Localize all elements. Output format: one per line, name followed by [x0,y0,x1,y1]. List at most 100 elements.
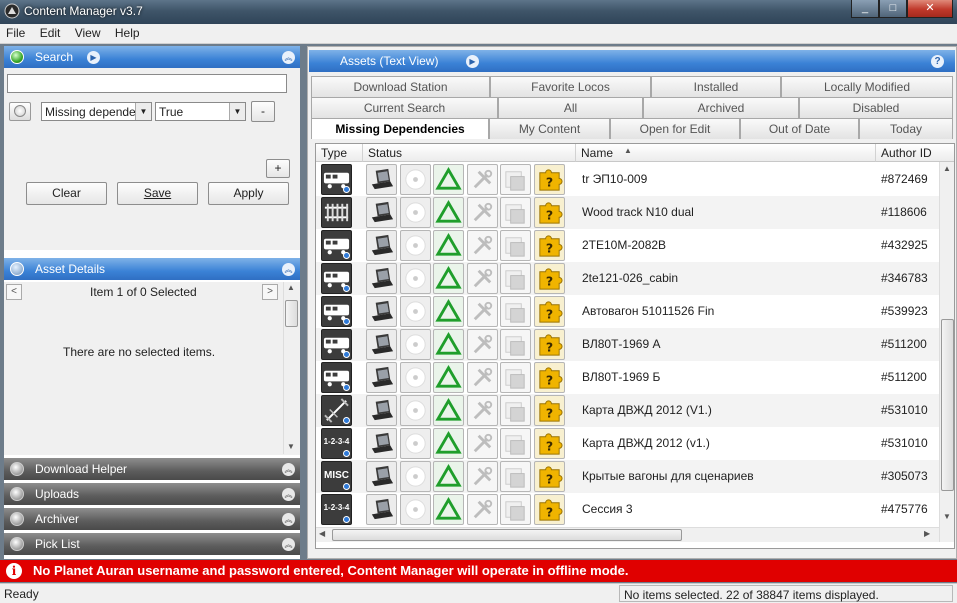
scroll-down-icon[interactable]: ▼ [943,512,951,521]
tab-my-content[interactable]: My Content [489,118,610,139]
column-header-status[interactable]: Status [363,144,576,162]
tab-favorite-locos[interactable]: Favorite Locos [490,76,651,97]
prev-item-button[interactable]: < [6,284,22,300]
add-filter-button[interactable]: + [266,159,290,178]
table-row[interactable]: ? Карта ДВЖД 2012 (V1.) #531010 [316,394,939,427]
table-row[interactable]: ? 2ТЕ10М-2082В #432925 [316,229,939,262]
minimize-button[interactable]: _ [851,0,879,18]
scroll-up-icon[interactable]: ▲ [943,164,951,173]
column-header-type[interactable]: Type [316,144,363,162]
column-header-name[interactable]: Name ▲ [576,144,876,162]
table-row[interactable]: 1-2-3-4? Сессия 3 #475776 [316,493,939,526]
asset-name: tr ЭП10-009 [582,172,648,186]
installed-dot-icon [343,186,350,193]
author-id: #539923 [881,304,928,318]
tab-disabled[interactable]: Disabled [799,97,953,118]
svg-text:?: ? [546,504,553,519]
table-row[interactable]: ? tr ЭП10-009 #872469 [316,163,939,196]
expand-icon[interactable]: ︽ [282,488,295,501]
assets-panel-menu-icon[interactable]: ▶ [466,55,479,68]
tab-archived[interactable]: Archived [643,97,799,118]
table-row[interactable]: ? ВЛ80Т-1969 Б #511200 [316,361,939,394]
filter-field-select[interactable]: Missing dependenc ▼ [41,102,152,121]
scroll-up-icon[interactable]: ▲ [287,283,295,292]
clear-button[interactable]: Clear [26,182,107,205]
svg-text:?: ? [546,471,553,486]
tab-locally-modified[interactable]: Locally Modified [781,76,953,97]
next-item-button[interactable]: > [262,284,278,300]
tab-today[interactable]: Today [859,118,953,139]
tab-open-for-edit[interactable]: Open for Edit [610,118,740,139]
table-row[interactable]: 1-2-3-4? Карта ДВЖД 2012 (v1.) #531010 [316,427,939,460]
tab-out-of-date[interactable]: Out of Date [740,118,859,139]
offline-warning-text: No Planet Auran username and password en… [33,563,629,578]
save-search-button[interactable]: Save [117,182,198,205]
triangle-icon [433,197,464,228]
tab-current-search[interactable]: Current Search [311,97,498,118]
menu-view[interactable]: View [69,24,106,40]
download-helper-header[interactable]: Download Helper ︽ [4,458,300,480]
asset-name: Автовагон 51011526 Fin [582,304,715,318]
filter-toggle-button[interactable] [9,102,31,121]
column-header-author[interactable]: Author ID [876,144,954,162]
box-icon [500,395,531,426]
expand-icon[interactable]: ︽ [282,538,295,551]
search-panel-menu-icon[interactable]: ▶ [87,51,100,64]
table-scroll-thumb[interactable] [941,319,954,491]
table-row[interactable]: ? ВЛ80Т-1969 А #511200 [316,328,939,361]
scroll-left-icon[interactable]: ◀ [319,529,325,538]
tools-icon [467,296,498,327]
pick-list-header[interactable]: Pick List ︽ [4,533,300,555]
download-helper-title: Download Helper [35,462,128,476]
box-icon [500,329,531,360]
menu-file[interactable]: File [0,24,30,40]
asset-name: Карта ДВЖД 2012 (v1.) [582,436,710,450]
details-scrollbar[interactable]: ▲ ▼ [283,282,299,454]
tab-missing-dependencies[interactable]: Missing Dependencies [311,118,489,139]
filter-value-select[interactable]: True ▼ [155,102,246,121]
search-panel-header[interactable]: Search ▶ ︽ [4,46,300,68]
author-id: #475776 [881,502,928,516]
asset-details-header[interactable]: Asset Details ︽ [4,258,300,280]
table-scrollbar[interactable]: ▲ ▼ [939,162,954,542]
scroll-right-icon[interactable]: ▶ [924,529,930,538]
tab-all[interactable]: All [498,97,643,118]
chevron-down-icon: ▼ [135,103,151,120]
triangle-icon [433,395,464,426]
tab-download-station[interactable]: Download Station [311,76,490,97]
tab-installed[interactable]: Installed [651,76,781,97]
menu-bar: File Edit View Help [0,24,957,44]
archiver-header[interactable]: Archiver ︽ [4,508,300,530]
table-row[interactable]: ? Wood track N10 dual #118606 [316,196,939,229]
loco-icon [321,263,352,294]
collapse-icon[interactable]: ︽ [282,263,295,276]
search-panel-title: Search [35,50,74,64]
disc-icon [400,428,431,459]
table-row[interactable]: ? 2te121-026_cabin #346783 [316,262,939,295]
collapse-icon[interactable]: ︽ [282,51,295,64]
close-button[interactable]: ✕ [907,0,953,18]
expand-icon[interactable]: ︽ [282,463,295,476]
remove-filter-button[interactable]: - [251,101,275,122]
search-panel-body: Missing dependenc ▼ True ▼ - + Clear Sav… [4,68,300,250]
menu-edit[interactable]: Edit [34,24,66,40]
misc-icon: MISC [321,461,352,492]
asset-name: ВЛ80Т-1969 А [582,337,661,351]
asset-name: 2te121-026_cabin [582,271,679,285]
table-row[interactable]: MISC? Крытые вагоны для сценариев #305073 [316,460,939,493]
details-scroll-thumb[interactable] [285,300,298,327]
table-row[interactable]: ? Автовагон 51011526 Fin #539923 [316,295,939,328]
tools-icon [467,263,498,294]
menu-help[interactable]: Help [109,24,145,40]
maximize-button[interactable]: □ [879,0,907,18]
apply-button[interactable]: Apply [208,182,289,205]
author-id: #346783 [881,271,928,285]
expand-icon[interactable]: ︽ [282,513,295,526]
box-icon [500,494,531,525]
table-hscrollbar[interactable]: ◀ ▶ [316,527,939,542]
table-hscroll-thumb[interactable] [332,529,682,541]
search-input[interactable] [7,74,287,93]
help-icon[interactable]: ? [931,55,944,68]
uploads-header[interactable]: Uploads ︽ [4,483,300,505]
scroll-down-icon[interactable]: ▼ [287,442,295,451]
